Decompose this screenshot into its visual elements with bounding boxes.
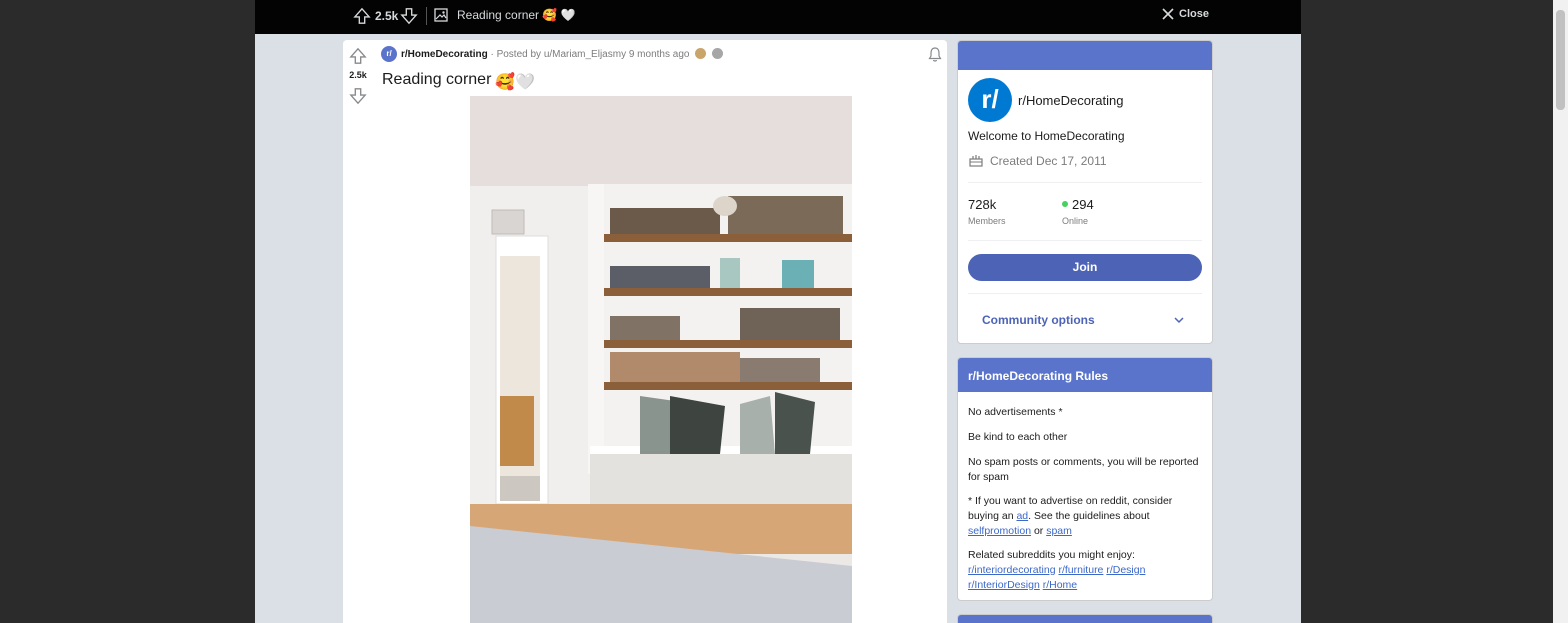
post-title-emoji: 🥰🤍	[495, 74, 536, 91]
scrollbar[interactable]	[1553, 0, 1568, 623]
post-image[interactable]	[470, 96, 852, 623]
ad-link[interactable]: ad	[1016, 510, 1028, 522]
post-title: Reading corner 🥰🤍	[382, 71, 535, 92]
community-options-toggle[interactable]: Community options	[982, 313, 1095, 327]
downvote-icon[interactable]	[349, 87, 367, 105]
chevron-down-icon[interactable]	[1172, 313, 1186, 327]
upvote-icon[interactable]	[353, 6, 371, 26]
divider	[968, 182, 1202, 183]
next-card-header	[958, 615, 1212, 623]
scrollbar-thumb[interactable]	[1556, 10, 1565, 110]
join-button[interactable]: Join	[968, 254, 1202, 281]
upvote-icon[interactable]	[349, 47, 367, 65]
topbar-post-title: Reading corner 🥰 🤍	[457, 8, 576, 22]
related-intro: Related subreddits you might enjoy:	[968, 549, 1135, 561]
subreddit-avatar[interactable]: r/	[381, 46, 397, 62]
rules-card: r/HomeDecorating Rules No advertisements…	[957, 357, 1213, 601]
rule-item[interactable]: Be kind to each other	[968, 430, 1206, 445]
divider	[968, 240, 1202, 241]
image-post-icon	[434, 8, 448, 22]
community-name[interactable]: r/HomeDecorating	[1018, 93, 1124, 108]
members-count: 728k	[968, 197, 997, 212]
cake-icon	[969, 155, 983, 167]
close-label: Close	[1179, 8, 1209, 20]
next-sidebar-card	[957, 614, 1213, 623]
bell-icon[interactable]	[927, 46, 943, 63]
topbar-separator	[426, 7, 427, 25]
related-subreddits: Related subreddits you might enjoy: r/in…	[968, 548, 1206, 593]
post-score: 2.5k	[349, 70, 367, 80]
close-icon	[1162, 8, 1174, 20]
spam-link[interactable]: spam	[1046, 525, 1072, 537]
related-subreddit-link[interactable]: r/Design	[1106, 564, 1145, 576]
post-title-text: Reading corner	[382, 71, 492, 88]
related-subreddit-link[interactable]: r/Home	[1043, 579, 1077, 591]
online-label: Online	[1062, 216, 1089, 226]
downvote-icon[interactable]	[400, 6, 418, 26]
award-icon[interactable]	[712, 48, 724, 59]
online-count: 294	[1062, 197, 1094, 212]
advertising-note: * If you want to advertise on reddit, co…	[968, 495, 1173, 537]
overlay-top-bar: 2.5k Reading corner 🥰 🤍 Close	[255, 0, 1301, 34]
related-subreddit-link[interactable]: r/InteriorDesign	[968, 579, 1040, 591]
related-subreddit-link[interactable]: r/furniture	[1058, 564, 1103, 576]
divider	[968, 293, 1202, 294]
rule-item[interactable]: No advertisements *	[968, 405, 1206, 420]
community-created-date: Created Dec 17, 2011	[990, 154, 1107, 168]
posted-by: · Posted by u/Mariam_Eljasmy 9 months ag…	[487, 49, 690, 60]
post-card: 2.5k r/ r/HomeDecorating · Posted by u/M…	[343, 40, 947, 623]
post-meta: r/HomeDecorating · Posted by u/Mariam_El…	[401, 48, 724, 60]
related-subreddit-link[interactable]: r/interiordecorating	[968, 564, 1056, 576]
close-button[interactable]: Close	[1161, 7, 1209, 21]
online-dot-icon	[1062, 201, 1068, 207]
reading-nook-photo	[470, 96, 852, 623]
rule-item[interactable]: No spam posts or comments, you will be r…	[968, 455, 1206, 485]
members-label: Members	[968, 216, 1006, 226]
post-overlay: 2.5k Reading corner 🥰 🤍 Close 2.5k r/ r/…	[255, 0, 1301, 623]
about-card-header	[958, 41, 1212, 70]
community-description: Welcome to HomeDecorating	[968, 129, 1125, 143]
selfpromotion-link[interactable]: selfpromotion	[968, 525, 1031, 537]
award-icon[interactable]	[695, 48, 707, 59]
about-community-card: r/ r/HomeDecorating Welcome to HomeDecor…	[957, 40, 1213, 344]
rules-title: r/HomeDecorating Rules	[958, 358, 1212, 392]
community-avatar: r/	[968, 78, 1012, 122]
topbar-score: 2.5k	[375, 9, 399, 23]
subreddit-link[interactable]: r/HomeDecorating	[401, 49, 488, 60]
